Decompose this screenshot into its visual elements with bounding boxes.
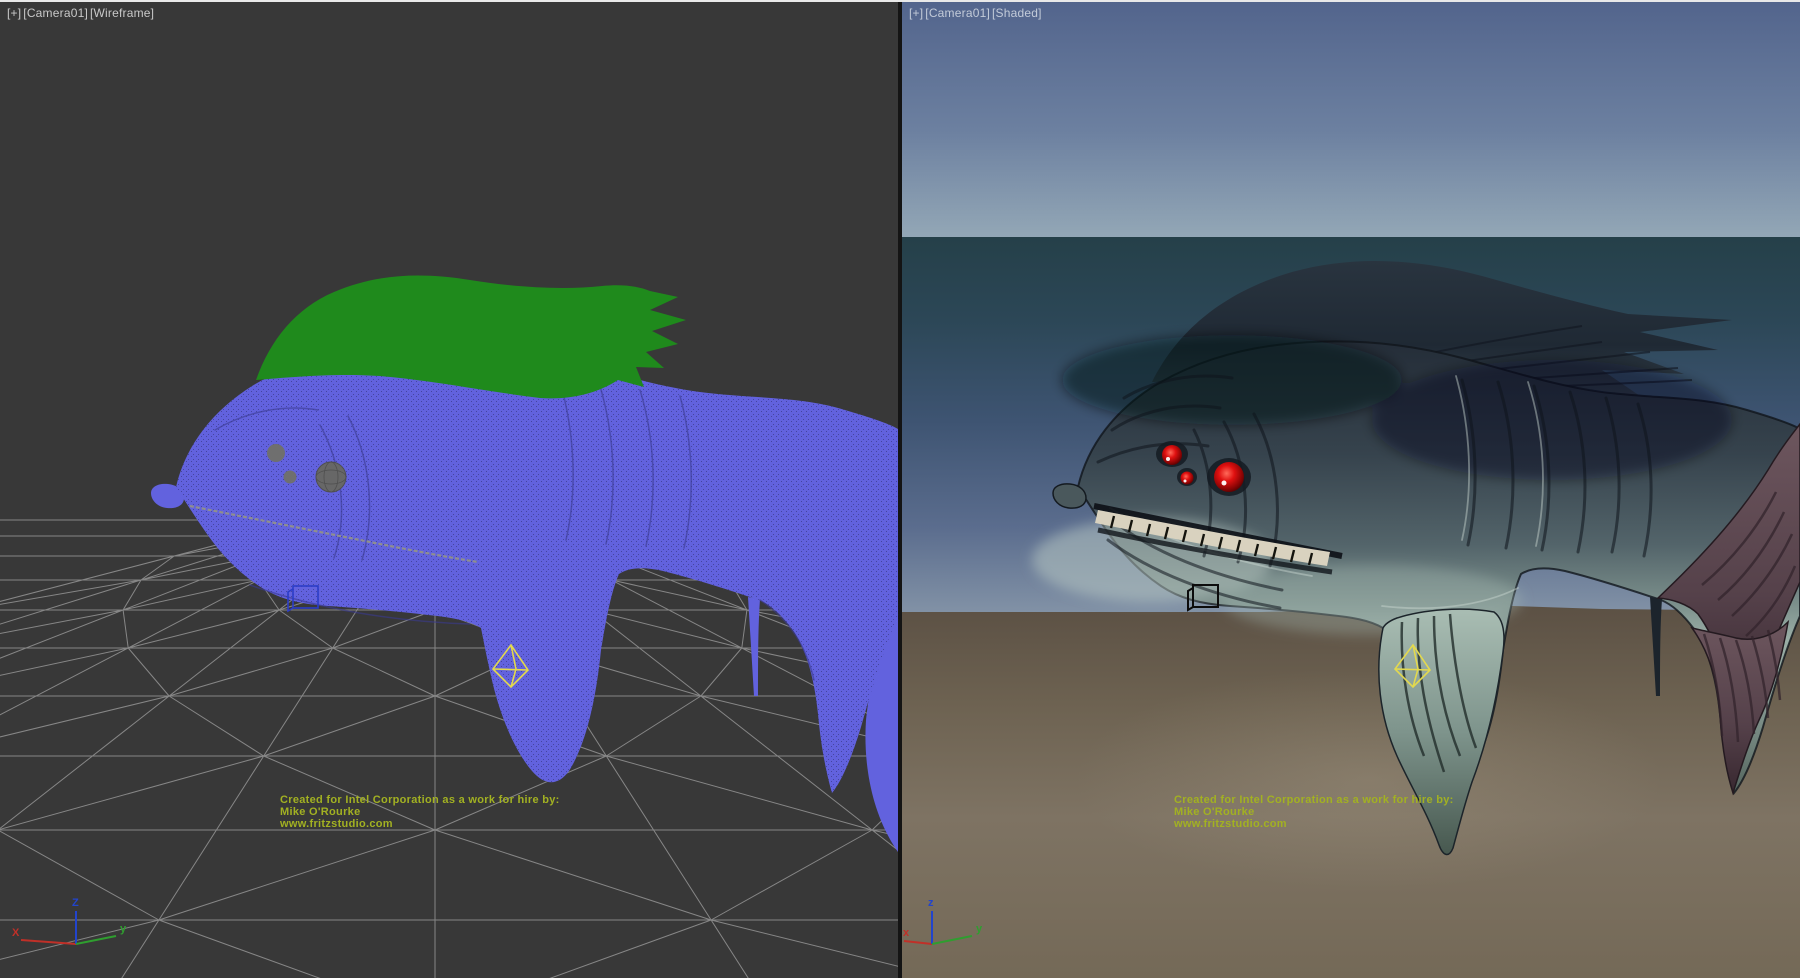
viewport-general-menu[interactable]: [+] — [909, 6, 923, 20]
viewport-shading-menu[interactable]: [Shaded] — [992, 6, 1042, 20]
viewport-divider[interactable] — [898, 0, 902, 978]
viewport-pov-menu[interactable]: [Camera01] — [925, 6, 990, 20]
fish-lip — [1053, 484, 1086, 508]
fish-eye-large — [316, 462, 346, 492]
viewport-shading-menu[interactable]: [Wireframe] — [90, 6, 154, 20]
fish-fin-spine — [748, 597, 760, 696]
fish-eye-right — [1214, 462, 1244, 492]
watermark: Created for Intel Corporation as a work … — [280, 794, 560, 830]
viewport-general-menu[interactable]: [+] — [7, 6, 21, 20]
window-top-edge — [0, 0, 1800, 2]
dual-viewport-stage: X Z y [+][Camera01][Wireframe] Created f… — [0, 0, 1800, 978]
axis-y-label: y — [976, 923, 983, 935]
viewport-wireframe[interactable]: X Z y [+][Camera01][Wireframe] Created f… — [0, 0, 898, 978]
fish-model-shaded[interactable] — [1032, 261, 1800, 855]
viewport-shaded[interactable]: x z y [+][Camera01][Shaded] Created for … — [902, 0, 1800, 978]
watermark-line2: Mike O'Rourke — [280, 806, 560, 818]
viewport-label: [+][Camera01][Wireframe] — [7, 6, 156, 20]
watermark-line3: www.fritzstudio.com — [280, 818, 560, 830]
watermark-line1: Created for Intel Corporation as a work … — [280, 794, 560, 806]
axis-x-label: x — [903, 927, 910, 939]
watermark-line2: Mike O'Rourke — [1174, 806, 1454, 818]
fish-eye-mid — [1181, 472, 1194, 485]
axis-y-label: y — [120, 923, 127, 935]
viewport-pov-menu[interactable]: [Camera01] — [23, 6, 88, 20]
watermark-line1: Created for Intel Corporation as a work … — [1174, 794, 1454, 806]
fish-fin-spine — [1650, 597, 1662, 696]
viewport-label: [+][Camera01][Shaded] — [909, 6, 1044, 20]
axis-tripod: x z y — [903, 897, 983, 944]
axis-z-label: Z — [72, 897, 79, 909]
wireframe-scene-canvas[interactable]: X Z y — [0, 0, 898, 978]
fish-model-wireframe[interactable] — [151, 276, 898, 852]
fish-eye-small-mid — [284, 471, 297, 484]
fish-eye-small-left — [267, 444, 285, 462]
watermark-line3: www.fritzstudio.com — [1174, 818, 1454, 830]
axis-z-label: z — [928, 897, 934, 909]
watermark: Created for Intel Corporation as a work … — [1174, 794, 1454, 830]
axis-x-label: X — [12, 927, 20, 939]
shaded-scene-canvas[interactable]: x z y — [902, 0, 1800, 978]
fish-eye-left — [1162, 445, 1182, 465]
fish-tail-fin-lower — [1692, 622, 1788, 793]
